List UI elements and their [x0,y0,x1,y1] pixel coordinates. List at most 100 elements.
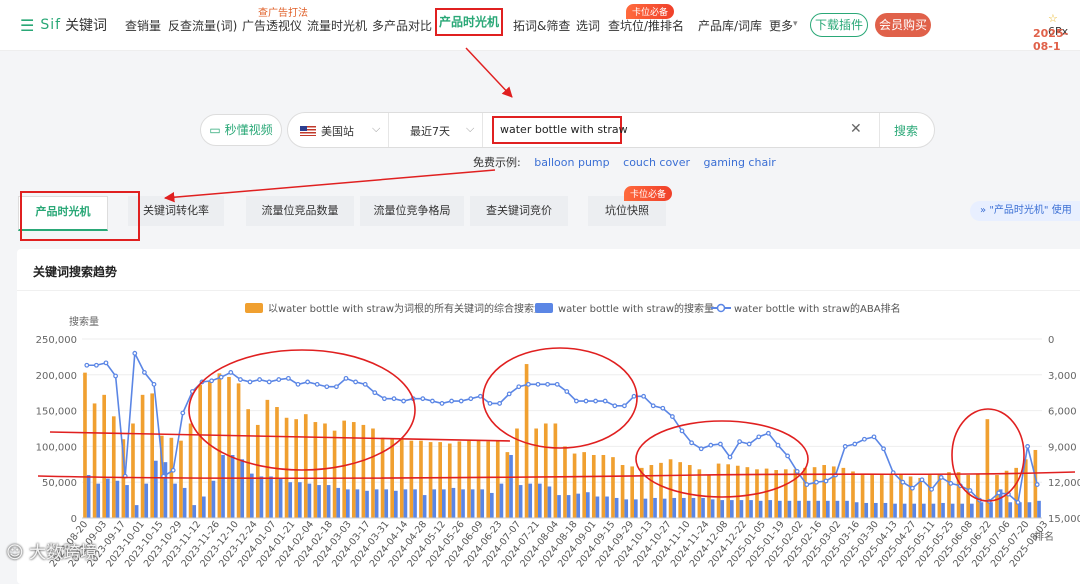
rank-point [679,428,685,434]
rank-point [478,393,483,399]
bar-exact [826,500,830,518]
bar-total [1014,467,1018,518]
bar-exact [720,500,725,518]
bar-exact [134,505,139,518]
bar-exact [336,487,341,518]
bar-exact [125,485,129,518]
rank-point [948,480,954,486]
bar-total [908,476,913,518]
bar-exact [566,495,571,518]
bar-total [879,473,884,518]
bar-exact [518,485,523,518]
rank-point [718,441,723,447]
bar-total [265,399,270,518]
rank-point [141,370,147,375]
bar-total [447,443,452,518]
annotation-mark [188,349,416,471]
rank-point [468,396,474,402]
bar-exact [797,500,801,518]
bar-total [140,394,145,518]
rank-point [439,401,445,406]
bar-total [227,376,231,518]
bar-total [764,468,769,518]
bar-exact [701,497,705,518]
bar-total [342,420,346,518]
rank-point [497,401,503,406]
bar-exact [970,503,974,518]
bar-exact [1037,500,1041,518]
bar-exact [605,496,609,518]
bar-exact [413,489,417,518]
bar-exact [672,497,677,518]
bar-exact [768,500,773,518]
rank-point [487,401,493,406]
bar-exact [902,503,907,518]
rank-point [151,381,157,387]
bar-exact [163,462,168,518]
rank-point [766,430,771,436]
bar-total [918,477,922,518]
y2-tick-label: 9,000 [1048,442,1077,453]
rank-point [382,396,387,402]
y-tick-label: 100,000 [36,442,77,453]
bar-total [207,380,212,518]
rank-point [84,362,90,368]
bar-exact [749,500,753,518]
rank-point [727,454,733,460]
bar-total [630,466,634,518]
bar-exact [278,477,283,518]
bar-total [495,441,500,518]
bar-exact [806,500,811,518]
bar-exact [96,483,101,518]
bar-exact [614,497,619,518]
bar-total [860,474,865,518]
bar-exact [394,490,398,518]
y-axis-label: 搜索量 [69,315,99,328]
bar-exact [960,503,965,518]
bar-exact [86,475,91,518]
bar-total [486,441,490,518]
rank-point [362,381,368,387]
rank-point [574,398,579,404]
rank-point [218,374,224,380]
bar-exact [365,490,369,518]
legend-swatch [535,303,553,313]
bar-exact [835,500,840,518]
bar-total [966,475,970,518]
rank-point [650,403,656,409]
rank-point [391,396,397,402]
bar-total [783,469,788,518]
bar-total [236,383,241,518]
legend-swatch [245,303,263,313]
bar-total [467,440,471,518]
bar-exact [845,500,849,518]
rank-point [276,377,282,382]
bar-total [294,419,298,518]
rank-point [583,398,589,404]
bar-total [553,423,558,518]
y2-tick-label: 3,000 [1048,371,1077,382]
bar-exact [451,487,456,518]
bar-total [92,403,97,518]
bar-exact [115,480,120,518]
rank-point [871,434,877,440]
bar-exact [269,476,273,518]
bar-total [255,424,260,518]
bar-total [419,440,423,518]
watermark: ☺ 大数跨境 [6,538,97,563]
bar-exact [950,503,955,518]
rank-point [689,440,694,446]
rank-point [266,379,272,385]
bar-exact [192,505,197,518]
y-tick-label: 50,000 [42,478,77,489]
watermark-text: 大数跨境 [29,543,98,563]
y2-tick-label: 15,000 [1048,514,1080,525]
bar-total [524,364,529,518]
rank-point [180,410,186,416]
bar-exact [298,482,302,518]
bar-total [83,372,87,518]
bar-total [409,440,414,518]
bar-exact [778,500,782,518]
bar-total [284,417,289,518]
rank-point [602,398,608,404]
